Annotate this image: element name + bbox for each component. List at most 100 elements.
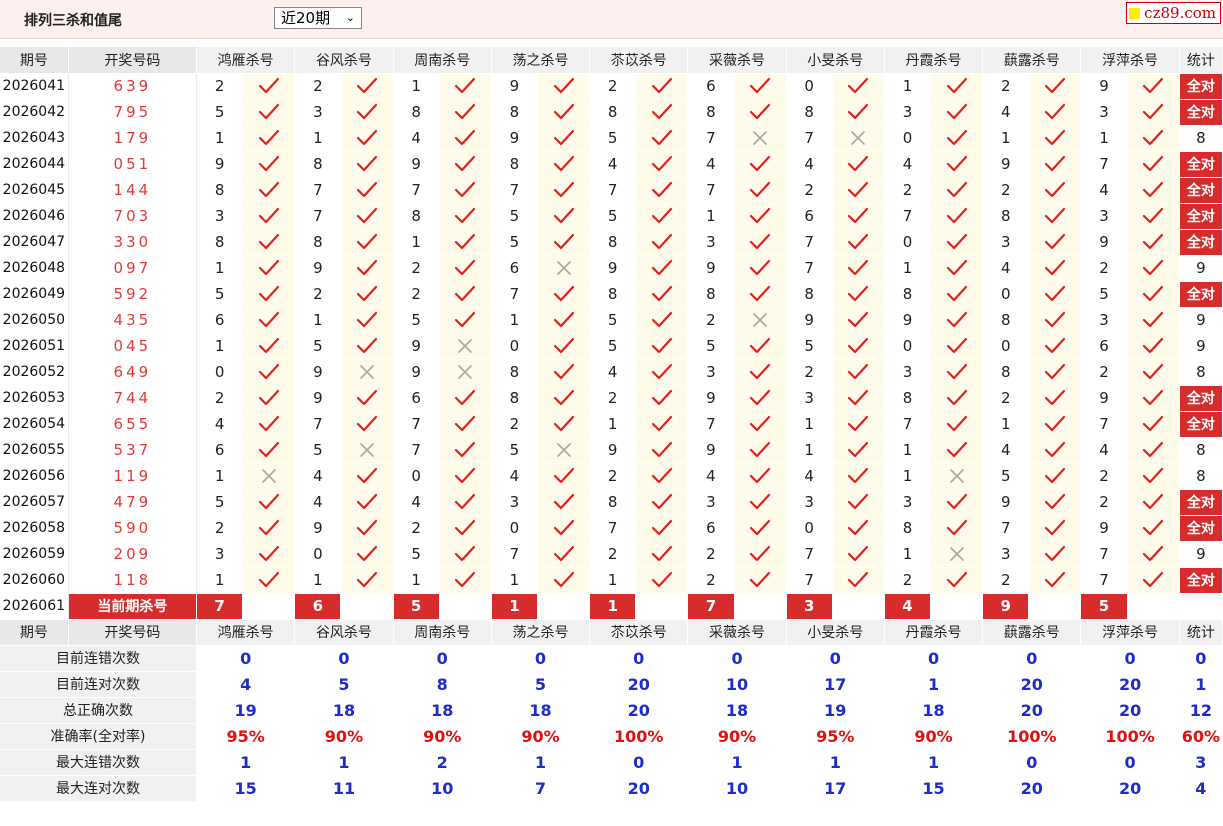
kill-number-cell: 7 bbox=[687, 411, 735, 438]
current-kill-spacer bbox=[439, 593, 492, 620]
kill-number-cell: 4 bbox=[589, 151, 637, 178]
summary-value: 0 bbox=[589, 645, 689, 672]
table-row: 2026049 592 5 2 2 7 8 8 8 8 0 5 全对 bbox=[0, 281, 1223, 308]
check-icon bbox=[930, 203, 984, 230]
kill-number-cell: 2 bbox=[1080, 255, 1128, 282]
check-icon bbox=[734, 359, 787, 386]
summary-value: 0 bbox=[982, 749, 1082, 776]
table-row: 2026053 744 2 9 6 8 2 9 3 8 2 9 全对 bbox=[0, 385, 1223, 412]
check-icon bbox=[439, 125, 492, 152]
check-icon bbox=[340, 73, 394, 100]
draw-numbers-cell: 097 bbox=[68, 255, 198, 282]
table-row: 2026051 045 1 5 9 0 5 5 5 0 0 6 9 bbox=[0, 333, 1223, 360]
stat-count-cell: 8 bbox=[1179, 125, 1223, 152]
check-icon bbox=[340, 177, 394, 204]
check-icon bbox=[340, 515, 394, 542]
kill-number-cell: 2 bbox=[1080, 359, 1128, 386]
check-icon bbox=[340, 125, 394, 152]
kill-number-cell: 9 bbox=[294, 385, 342, 412]
check-icon bbox=[439, 203, 492, 230]
kill-number-cell: 0 bbox=[884, 333, 932, 360]
draw-numbers-cell: 119 bbox=[68, 463, 198, 490]
kill-number-cell: 8 bbox=[393, 203, 440, 230]
check-icon bbox=[832, 489, 885, 516]
check-icon bbox=[734, 255, 787, 282]
summary-row: 目前连对次数 4 5 8 5 20 10 17 1 20 20 1 bbox=[0, 671, 1223, 698]
issue-cell: 2026045 bbox=[0, 177, 69, 204]
check-icon bbox=[930, 515, 984, 542]
check-icon bbox=[242, 411, 296, 438]
kill-number-cell: 1 bbox=[196, 125, 244, 152]
kill-number-cell: 7 bbox=[786, 541, 833, 568]
period-select[interactable]: 近20期 ⌄ bbox=[274, 7, 362, 29]
all-correct-badge: 全对 bbox=[1179, 385, 1223, 412]
check-icon bbox=[439, 567, 492, 594]
current-kill-spacer bbox=[242, 593, 296, 620]
check-icon bbox=[832, 99, 885, 126]
cross-icon bbox=[537, 437, 591, 464]
check-icon bbox=[1127, 463, 1180, 490]
kill-number-cell: 3 bbox=[687, 489, 735, 516]
check-icon bbox=[635, 515, 689, 542]
cross-icon bbox=[930, 463, 984, 490]
check-icon bbox=[340, 385, 394, 412]
all-correct-badge: 全对 bbox=[1179, 99, 1223, 126]
kill-number-cell: 2 bbox=[491, 411, 538, 438]
kill-number-cell: 3 bbox=[687, 359, 735, 386]
check-icon bbox=[439, 73, 492, 100]
check-icon bbox=[635, 307, 689, 334]
issue-cell: 2026044 bbox=[0, 151, 69, 178]
check-icon bbox=[734, 177, 787, 204]
current-kill-spacer bbox=[930, 593, 984, 620]
summary-value: 100% bbox=[589, 723, 689, 750]
kill-number-cell: 4 bbox=[196, 411, 244, 438]
current-kill-spacer bbox=[340, 593, 394, 620]
check-icon bbox=[734, 229, 787, 256]
check-icon bbox=[734, 411, 787, 438]
kill-number-cell: 6 bbox=[196, 307, 244, 334]
all-correct-badge: 全对 bbox=[1179, 281, 1223, 308]
check-icon bbox=[340, 229, 394, 256]
kill-number-cell: 8 bbox=[393, 99, 440, 126]
kill-number-cell: 7 bbox=[491, 541, 538, 568]
summary-value: 0 bbox=[491, 645, 591, 672]
check-icon bbox=[340, 99, 394, 126]
check-icon bbox=[1028, 307, 1082, 334]
check-icon bbox=[340, 255, 394, 282]
check-icon bbox=[1028, 515, 1082, 542]
site-brand-logo[interactable]: cz89.com bbox=[1126, 2, 1221, 24]
draw-numbers-cell: 330 bbox=[68, 229, 198, 256]
check-icon bbox=[537, 541, 591, 568]
check-icon bbox=[832, 255, 885, 282]
summary-header-row: 期号 开奖号码 鸿雁杀号 谷风杀号 周南杀号 荡之杀号 苶苡杀号 采薇杀号 小旻杀号 丹霞杀号 蕻露… bbox=[0, 619, 1223, 646]
top-bar: 排列三杀和值尾 近20期 ⌄ bbox=[0, 0, 1223, 39]
check-icon bbox=[439, 541, 492, 568]
kill-number-cell: 7 bbox=[589, 515, 637, 542]
cross-icon bbox=[734, 307, 787, 334]
kill-number-cell: 8 bbox=[982, 307, 1030, 334]
kill-number-cell: 3 bbox=[786, 385, 833, 412]
kill-number-cell: 3 bbox=[196, 541, 244, 568]
check-icon bbox=[930, 385, 984, 412]
check-icon bbox=[930, 359, 984, 386]
check-icon bbox=[340, 307, 394, 334]
check-icon bbox=[734, 567, 787, 594]
check-icon bbox=[537, 203, 591, 230]
summary-value: 7 bbox=[491, 775, 591, 802]
kill-number-cell: 2 bbox=[393, 281, 440, 308]
kill-number-cell: 8 bbox=[589, 229, 637, 256]
current-kill-number: 3 bbox=[786, 593, 833, 620]
col-header-predictor: 蕻露杀号 bbox=[982, 47, 1082, 74]
kill-number-cell: 9 bbox=[589, 255, 637, 282]
check-icon bbox=[439, 515, 492, 542]
brand-square-icon bbox=[1129, 8, 1141, 19]
check-icon bbox=[439, 229, 492, 256]
kill-number-cell: 2 bbox=[884, 567, 932, 594]
check-icon bbox=[734, 541, 787, 568]
col-header-predictor: 周南杀号 bbox=[393, 47, 492, 74]
summary-value: 10 bbox=[687, 775, 787, 802]
kill-number-cell: 4 bbox=[687, 151, 735, 178]
all-correct-badge: 全对 bbox=[1179, 567, 1223, 594]
table-header-row: 期号 开奖号码 鸿雁杀号 谷风杀号 周南杀号 荡之杀号 苶苡杀号 采薇杀号 小旻杀号 丹霞杀号 蕻露… bbox=[0, 47, 1223, 74]
check-icon bbox=[635, 541, 689, 568]
